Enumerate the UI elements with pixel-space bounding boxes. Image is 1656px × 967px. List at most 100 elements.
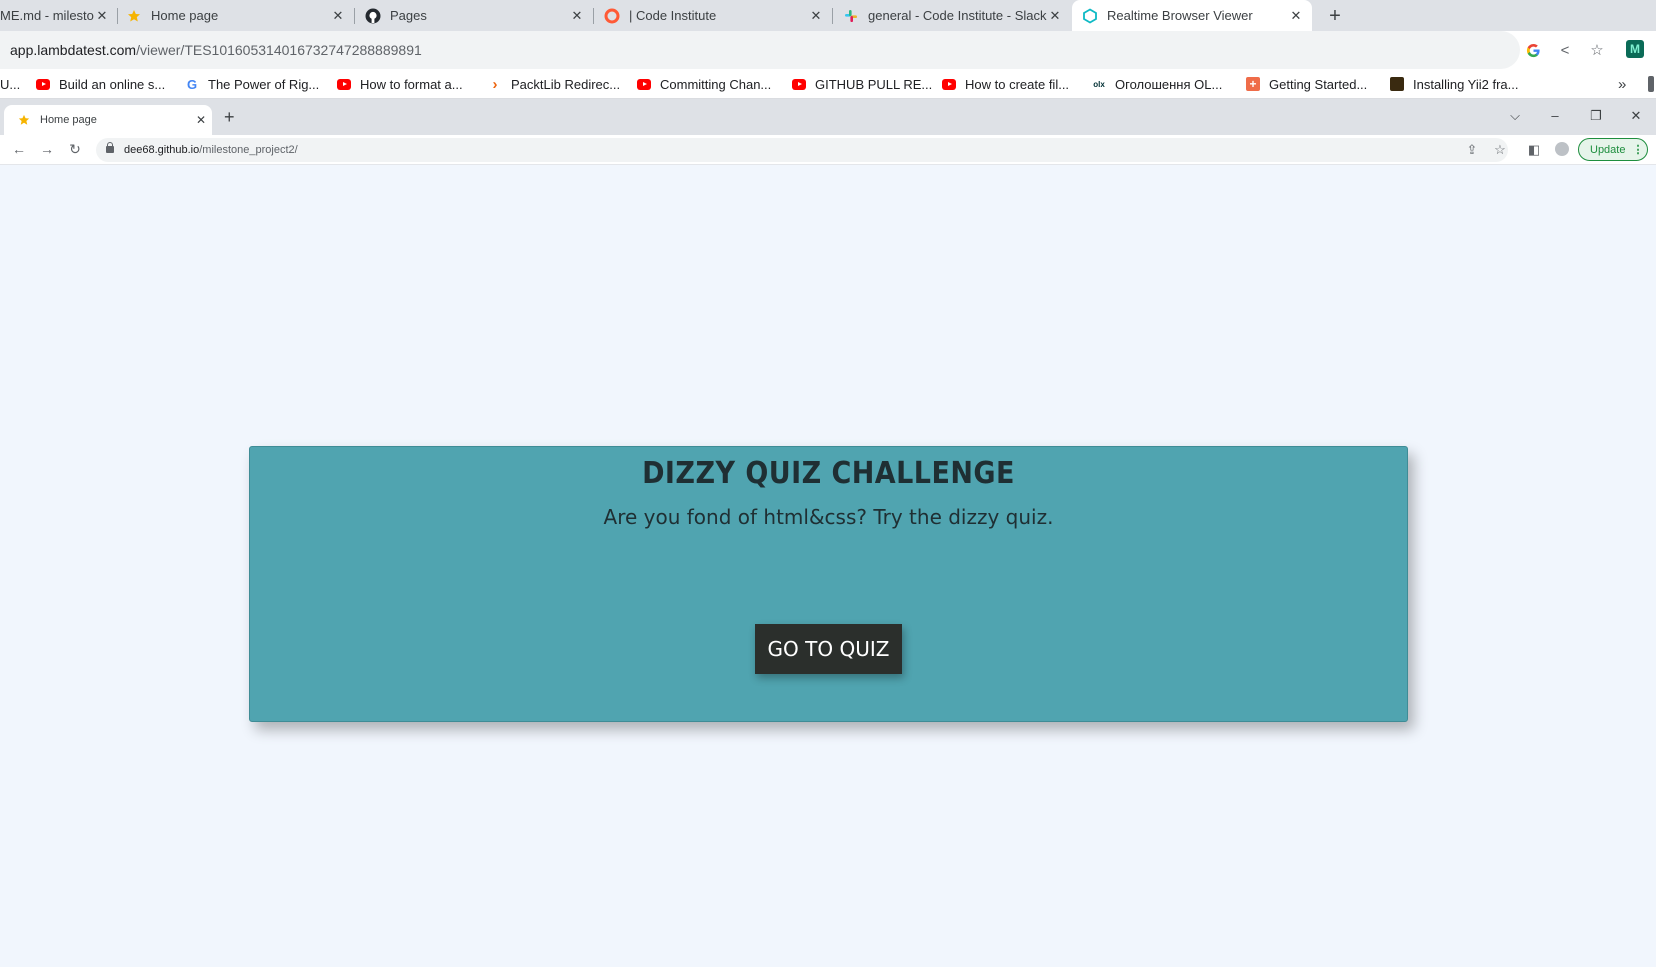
more-menu-icon: ⋮	[1632, 144, 1644, 156]
bookmark-star-icon[interactable]: ☆	[1491, 142, 1509, 158]
plus-square-icon: +	[1246, 77, 1260, 91]
outer-tab-home-page[interactable]: Home page ✕	[126, 0, 346, 31]
tab-title: general - Code Institute - Slack	[868, 8, 1047, 23]
bookmark-label: Installing Yii2 fra...	[1413, 76, 1519, 92]
outer-tab-strip: ME.md - milesto ✕ Home page ✕ Pages ✕ | …	[0, 0, 1656, 31]
youtube-icon	[637, 77, 651, 91]
share-icon[interactable]: <	[1555, 40, 1575, 60]
bookmarks-bar: U... Build an online s... G The Power of …	[0, 69, 1656, 99]
bookmark-folder-icon[interactable]	[1648, 76, 1654, 92]
code-institute-icon	[604, 8, 620, 24]
restore-icon[interactable]: ❐	[1586, 108, 1606, 124]
lambdatest-icon	[1082, 7, 1098, 24]
outer-tab-realtime-viewer[interactable]: Realtime Browser Viewer ✕	[1072, 0, 1312, 31]
go-to-quiz-button[interactable]: GO TO QUIZ	[755, 624, 902, 674]
tab-separator	[117, 8, 118, 24]
google-icon[interactable]	[1523, 40, 1543, 60]
update-label: Update	[1590, 143, 1626, 156]
tab-close-icon[interactable]: ✕	[94, 8, 110, 24]
youtube-icon	[36, 77, 50, 91]
outer-address-bar: app.lambdatest.com/viewer/TES10160531401…	[0, 31, 1656, 69]
new-tab-plus-icon[interactable]: +	[1322, 3, 1348, 29]
tab-close-icon[interactable]: ✕	[190, 113, 212, 127]
bookmark-item[interactable]: U...	[0, 74, 20, 94]
url-domain: dee68.github.io	[124, 144, 200, 156]
inner-url-field[interactable]: dee68.github.io/milestone_project2/	[96, 138, 1508, 162]
youtube-icon	[942, 77, 956, 91]
github-icon	[365, 8, 381, 24]
back-arrow-icon[interactable]: ←	[10, 141, 28, 157]
bookmark-item[interactable]: olx Оголошення OL...	[1092, 74, 1222, 94]
forward-arrow-icon[interactable]: →	[38, 141, 56, 157]
lock-icon	[106, 142, 114, 153]
tab-close-icon[interactable]: ✕	[1047, 8, 1063, 24]
youtube-icon	[337, 77, 351, 91]
yii-icon	[1390, 77, 1404, 91]
url-path: /milestone_project2/	[199, 144, 298, 156]
page-viewport: DIZZY QUIZ CHALLENGE Are you fond of htm…	[0, 166, 1656, 967]
bookmark-label: How to format a...	[360, 76, 463, 92]
tab-title: Realtime Browser Viewer	[1107, 8, 1253, 23]
bookmark-item[interactable]: G The Power of Rig...	[185, 74, 319, 94]
close-window-icon[interactable]: ✕	[1626, 108, 1646, 124]
bookmark-label: Build an online s...	[59, 76, 166, 92]
url-path: /viewer/TES101605314016732747288889891	[136, 42, 422, 58]
hero-card: DIZZY QUIZ CHALLENGE Are you fond of htm…	[249, 446, 1408, 722]
slack-icon	[843, 8, 859, 24]
page-title: DIZZY QUIZ CHALLENGE	[642, 456, 1015, 491]
profile-avatar-icon[interactable]	[1553, 142, 1571, 159]
bookmark-item[interactable]: Installing Yii2 fra...	[1390, 74, 1519, 94]
new-tab-plus-icon[interactable]: +	[224, 107, 235, 128]
tab-title: Pages	[390, 8, 427, 23]
share-icon[interactable]: ⇪	[1463, 142, 1481, 158]
bookmark-item[interactable]: GITHUB PULL RE...	[792, 74, 932, 94]
tab-close-icon[interactable]: ✕	[330, 8, 346, 24]
tab-close-icon[interactable]: ✕	[1288, 8, 1304, 24]
star-icon	[126, 8, 142, 24]
side-panel-icon[interactable]: ◧	[1525, 142, 1543, 158]
bookmark-label: GITHUB PULL RE...	[815, 76, 933, 92]
url-domain: app.lambdatest.com	[10, 42, 137, 58]
outer-tab-slack[interactable]: general - Code Institute - Slack ✕	[843, 0, 1063, 31]
bookmark-label: PacktLib Redirec...	[511, 76, 621, 92]
outer-tab-code-institute[interactable]: | Code Institute ✕	[604, 0, 824, 31]
packt-icon: ›	[492, 75, 498, 93]
bookmark-item[interactable]: How to create fil...	[942, 74, 1069, 94]
youtube-icon	[792, 77, 806, 91]
bookmark-label: The Power of Rig...	[208, 76, 320, 92]
tab-title: ME.md - milesto	[0, 8, 94, 23]
bookmark-item[interactable]: Committing Chan...	[637, 74, 771, 94]
google-icon: G	[186, 76, 198, 92]
outer-tab-readme[interactable]: ME.md - milesto ✕	[0, 0, 110, 31]
outer-tab-pages[interactable]: Pages ✕	[365, 0, 585, 31]
tab-search-chevron-icon[interactable]: ⌵	[1505, 108, 1525, 124]
bookmark-label: Getting Started...	[1269, 76, 1368, 92]
update-button[interactable]: Update ⋮	[1578, 138, 1648, 161]
tab-title: Home page	[151, 8, 219, 23]
bookmark-label: Оголошення OL...	[1115, 76, 1223, 92]
outer-url-field[interactable]: app.lambdatest.com/viewer/TES10160531401…	[0, 31, 1520, 69]
inner-tab-home-page[interactable]: Home page ✕	[4, 105, 212, 135]
extension-icon[interactable]: M	[1626, 40, 1644, 58]
olx-icon: olx	[1093, 79, 1105, 89]
minimize-icon[interactable]: –	[1545, 108, 1565, 123]
bookmark-label: U...	[0, 76, 21, 92]
bookmark-item[interactable]: How to format a...	[337, 74, 463, 94]
page-subtitle: Are you fond of html&css? Try the dizzy …	[603, 505, 1054, 529]
bookmark-item[interactable]: › PacktLib Redirec...	[488, 74, 621, 94]
star-icon	[18, 114, 32, 126]
tab-separator	[354, 8, 355, 24]
tab-title: Home page	[40, 114, 97, 126]
more-bookmarks-icon[interactable]: »	[1618, 74, 1626, 94]
bookmark-item[interactable]: Build an online s...	[36, 74, 165, 94]
reload-icon[interactable]: ↻	[66, 141, 84, 158]
tab-close-icon[interactable]: ✕	[808, 8, 824, 24]
bookmark-item[interactable]: + Getting Started...	[1246, 74, 1367, 94]
inner-tab-strip: Home page ✕ + ⌵ – ❐ ✕	[0, 99, 1656, 135]
bookmark-label: Committing Chan...	[660, 76, 772, 92]
tab-close-icon[interactable]: ✕	[569, 8, 585, 24]
inner-toolbar: ← → ↻ dee68.github.io/milestone_project2…	[0, 135, 1656, 165]
bookmark-label: How to create fil...	[965, 76, 1070, 92]
bookmark-star-icon[interactable]: ☆	[1587, 40, 1607, 60]
tab-separator	[832, 8, 833, 24]
